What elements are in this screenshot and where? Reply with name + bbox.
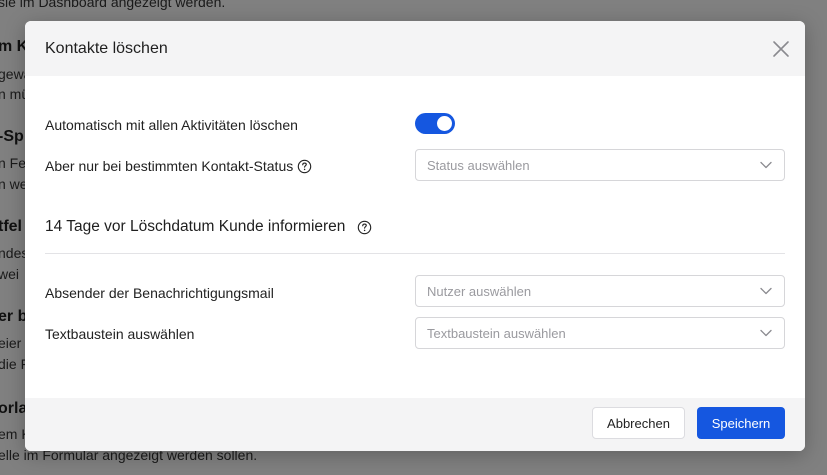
notify-heading-text: 14 Tage vor Löschdatum Kunde informieren [45, 218, 346, 235]
close-button[interactable] [771, 39, 791, 59]
sender-label: Absender der Benachrichtigungsmail [45, 285, 274, 301]
help-circle-icon[interactable] [297, 159, 312, 174]
bg-heading: m K [0, 38, 29, 55]
section-divider [45, 253, 785, 254]
delete-contacts-dialog: Kontakte löschen Automatisch mit allen A… [25, 21, 805, 451]
bg-heading: orla [0, 400, 28, 417]
help-circle-icon[interactable] [357, 220, 372, 235]
bg-text: n Fe [0, 155, 27, 171]
chevron-down-icon [760, 287, 772, 295]
bg-text: n we [0, 176, 28, 192]
toggle-knob [437, 116, 452, 131]
dialog-header: Kontakte löschen [25, 21, 805, 76]
auto-delete-toggle[interactable] [415, 113, 455, 134]
sender-row: Absender der Benachrichtigungsmail [45, 285, 274, 301]
template-label: Textbaustein auswählen [45, 326, 195, 342]
bg-heading: tfel [0, 218, 22, 235]
status-row: Aber nur bei bestimmten Kontakt-Status [45, 158, 312, 174]
auto-delete-row: Automatisch mit allen Aktivitäten lösche… [45, 117, 298, 133]
auto-delete-label: Automatisch mit allen Aktivitäten lösche… [45, 117, 298, 133]
chevron-down-icon [760, 329, 772, 337]
bg-heading: -Sp [0, 128, 24, 145]
template-row: Textbaustein auswählen [45, 326, 194, 342]
bg-text: sie im Dashboard angezeigt werden. [0, 0, 226, 10]
close-icon [773, 41, 789, 57]
status-select[interactable]: Status auswählen [415, 149, 785, 181]
status-label: Aber nur bei bestimmten Kontakt-Status [45, 158, 294, 174]
dialog-title: Kontakte löschen [45, 40, 168, 57]
save-button[interactable]: Speichern [697, 407, 785, 439]
status-select-placeholder: Status auswählen [427, 158, 530, 173]
chevron-down-icon [760, 161, 772, 169]
template-select[interactable]: Textbaustein auswählen [415, 317, 785, 349]
sender-select[interactable]: Nutzer auswählen [415, 275, 785, 307]
bg-text: wei [0, 266, 20, 282]
bg-text: eier [0, 335, 22, 351]
bg-heading: er b [0, 308, 28, 325]
notify-section-heading: 14 Tage vor Löschdatum Kunde informieren [45, 218, 372, 236]
cancel-button[interactable]: Abbrechen [592, 407, 685, 439]
template-select-placeholder: Textbaustein auswählen [427, 326, 566, 341]
dialog-footer: Abbrechen Speichern [25, 398, 805, 451]
sender-select-placeholder: Nutzer auswählen [427, 284, 532, 299]
